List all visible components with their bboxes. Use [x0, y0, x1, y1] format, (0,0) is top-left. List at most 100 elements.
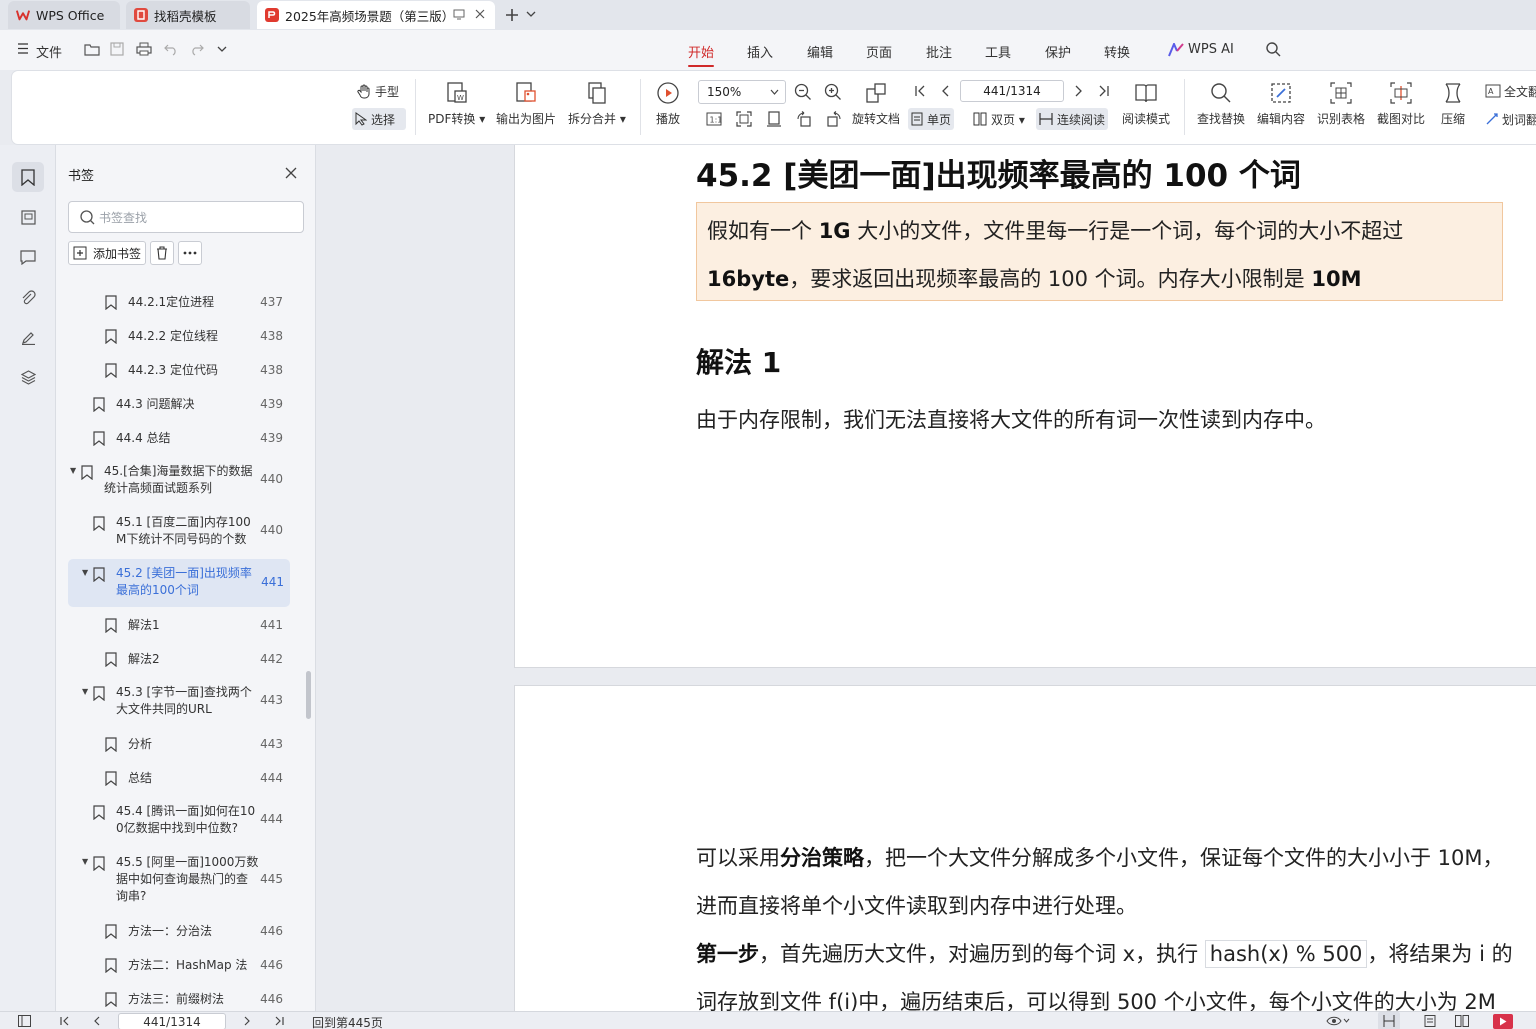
search-icon[interactable] [1266, 42, 1281, 57]
tab-wps-office[interactable]: WPS Office [8, 1, 120, 29]
bookmark-scrollbar-thumb[interactable] [306, 671, 311, 719]
select-tool-button[interactable]: 选择 [352, 108, 406, 130]
redo-icon[interactable] [190, 42, 204, 56]
tab-template[interactable]: 找稻壳模板 [126, 1, 250, 29]
add-bookmark-button[interactable]: 添加书签 [68, 241, 146, 265]
eye-icon[interactable] [1326, 1015, 1350, 1027]
back-to-page-link[interactable]: 回到第445页 [312, 1014, 383, 1029]
bookmark-item[interactable]: 45.4 [腾讯一面]如何在10 0亿数据中找到中位数? 444 [56, 803, 301, 839]
bookmark-item[interactable]: ▼ 45.[合集]海量数据下的数据 统计高频面试题系列 440 [56, 463, 301, 499]
pdf-convert-button[interactable]: W PDF转换 ▾ [428, 81, 485, 127]
open-folder-icon[interactable] [84, 42, 100, 56]
continuous-view-button[interactable] [1378, 1012, 1400, 1029]
bookmark-item[interactable]: 45.1 [百度二面]内存100 M下统计不同号码的个数 440 [56, 514, 301, 550]
single-page-view-icon[interactable] [1424, 1015, 1436, 1027]
menu-wps-ai[interactable]: WPS AI [1188, 42, 1234, 57]
continuous-read-button[interactable]: 连续阅读 [1036, 108, 1109, 130]
save-icon[interactable] [110, 42, 124, 56]
delete-bookmark-button[interactable] [150, 241, 174, 265]
play-button[interactable]: 播放 [656, 81, 680, 127]
bookmark-item[interactable]: 总结 444 [56, 769, 301, 787]
zoom-in-icon[interactable] [824, 83, 842, 101]
bookmark-item-selected[interactable]: ▼ 45.2 [美团一面]出现频率 最高的100个词 441 [68, 559, 290, 607]
menu-tools[interactable]: 工具 [985, 42, 1011, 61]
expand-triangle-icon[interactable]: ▼ [82, 857, 92, 866]
print-icon[interactable] [136, 42, 152, 56]
menu-comment[interactable]: 批注 [926, 42, 952, 61]
rotate-right-icon[interactable] [826, 111, 842, 127]
fit-page-icon[interactable] [736, 111, 752, 127]
page-number-input[interactable]: 441/1314 [960, 80, 1064, 102]
new-tab-plus-icon[interactable] [504, 7, 520, 23]
bookmark-item[interactable]: 解法2 442 [56, 650, 301, 668]
hand-tool-button[interactable]: 手型 [354, 80, 402, 102]
first-page-icon[interactable] [60, 1016, 70, 1026]
next-page-icon[interactable] [1072, 85, 1084, 97]
double-page-button[interactable]: 双页 ▾ [970, 108, 1028, 130]
hamburger-icon[interactable] [18, 43, 28, 54]
menu-convert[interactable]: 转换 [1104, 42, 1130, 61]
bookmark-item[interactable]: ▼ 45.5 [阿里一面]1000万数 据中如何查询最热门的查 询串? 445 [56, 854, 301, 906]
play-slideshow-button[interactable] [1493, 1014, 1513, 1029]
tab-document[interactable]: 2025年高频场景题（第三版） [257, 1, 495, 29]
bookmark-item[interactable]: ▼ 45.3 [字节一面]查找两个 大文件共同的URL 443 [56, 684, 301, 720]
bookmark-item[interactable]: 方法一：分治法 446 [56, 922, 301, 940]
find-replace-button[interactable]: 查找替换 [1197, 81, 1245, 127]
menu-protect[interactable]: 保护 [1045, 42, 1071, 61]
double-page-view-icon[interactable] [1455, 1015, 1469, 1027]
menu-file[interactable]: 文件 [36, 42, 62, 61]
undo-icon[interactable] [164, 42, 178, 56]
expand-triangle-icon[interactable]: ▼ [82, 568, 92, 577]
fit-width-icon[interactable] [766, 111, 782, 127]
bookmark-item[interactable]: 44.2.2 定位线程 438 [56, 327, 301, 345]
full-text-translate-button[interactable]: A 全文翻 [1482, 80, 1536, 102]
attachments-button[interactable] [12, 282, 44, 312]
bookmark-item[interactable]: 方法二：HashMap 法 446 [56, 956, 301, 974]
first-page-icon[interactable] [914, 85, 926, 97]
bookmark-item[interactable]: 44.4 总结 439 [56, 429, 301, 447]
screenshot-compare-button[interactable]: 截图对比 [1377, 81, 1425, 127]
single-page-button[interactable]: 单页 [908, 108, 955, 130]
chevron-down-icon[interactable] [217, 46, 227, 53]
prev-page-icon[interactable] [92, 1016, 102, 1026]
split-merge-button[interactable]: 拆分合并 ▾ [568, 81, 626, 127]
chevron-down-icon[interactable] [526, 10, 536, 18]
menu-home[interactable]: 开始 [688, 42, 715, 67]
rotate-document-button[interactable]: 旋转文档 [852, 81, 900, 127]
close-icon[interactable] [285, 167, 297, 179]
bookmark-item[interactable]: 分析 443 [56, 735, 301, 753]
thumbnail-button[interactable] [12, 202, 44, 232]
bookmark-item[interactable]: 解法1 441 [56, 616, 301, 634]
bookmark-panel-button[interactable] [12, 162, 44, 192]
last-page-icon[interactable] [274, 1016, 284, 1026]
status-page-input[interactable]: 441/1314 [118, 1013, 226, 1029]
word-translate-button[interactable]: 划词翻 [1482, 108, 1536, 130]
read-mode-button[interactable]: 阅读模式 [1122, 81, 1170, 127]
bookmark-search-input[interactable]: 书签查找 [68, 201, 304, 233]
rotate-left-icon[interactable] [796, 111, 812, 127]
last-page-icon[interactable] [1098, 85, 1110, 97]
zoom-select[interactable]: 150% [698, 80, 786, 104]
menu-insert[interactable]: 插入 [747, 42, 773, 61]
signature-button[interactable] [12, 322, 44, 352]
menu-edit[interactable]: 编辑 [807, 42, 833, 61]
actual-size-icon[interactable]: 1:1 [706, 111, 722, 127]
next-page-icon[interactable] [242, 1016, 252, 1026]
bookmark-item[interactable]: 44.2.1定位进程 437 [56, 293, 301, 311]
prev-page-icon[interactable] [940, 85, 952, 97]
edit-content-button[interactable]: 编辑内容 [1257, 81, 1305, 127]
comments-button[interactable] [12, 242, 44, 272]
sidebar-toggle-icon[interactable] [18, 1015, 31, 1027]
zoom-out-icon[interactable] [794, 83, 812, 101]
bookmark-item[interactable]: 44.2.3 定位代码 438 [56, 361, 301, 379]
close-icon[interactable] [474, 8, 486, 20]
document-viewport[interactable]: 45.2 [美团一面]出现频率最高的 100 个词 假如有一个 1G 大小的文件… [316, 145, 1536, 1011]
compress-button[interactable]: 压缩 [1441, 81, 1465, 127]
layers-button[interactable] [12, 362, 44, 392]
expand-triangle-icon[interactable]: ▼ [70, 466, 80, 475]
export-image-button[interactable]: 输出为图片 [496, 81, 556, 127]
bookmark-item[interactable]: 44.3 问题解决 439 [56, 395, 301, 413]
monitor-icon[interactable] [453, 8, 465, 20]
recognize-table-button[interactable]: 识别表格 [1317, 81, 1365, 127]
expand-triangle-icon[interactable]: ▼ [82, 687, 92, 696]
